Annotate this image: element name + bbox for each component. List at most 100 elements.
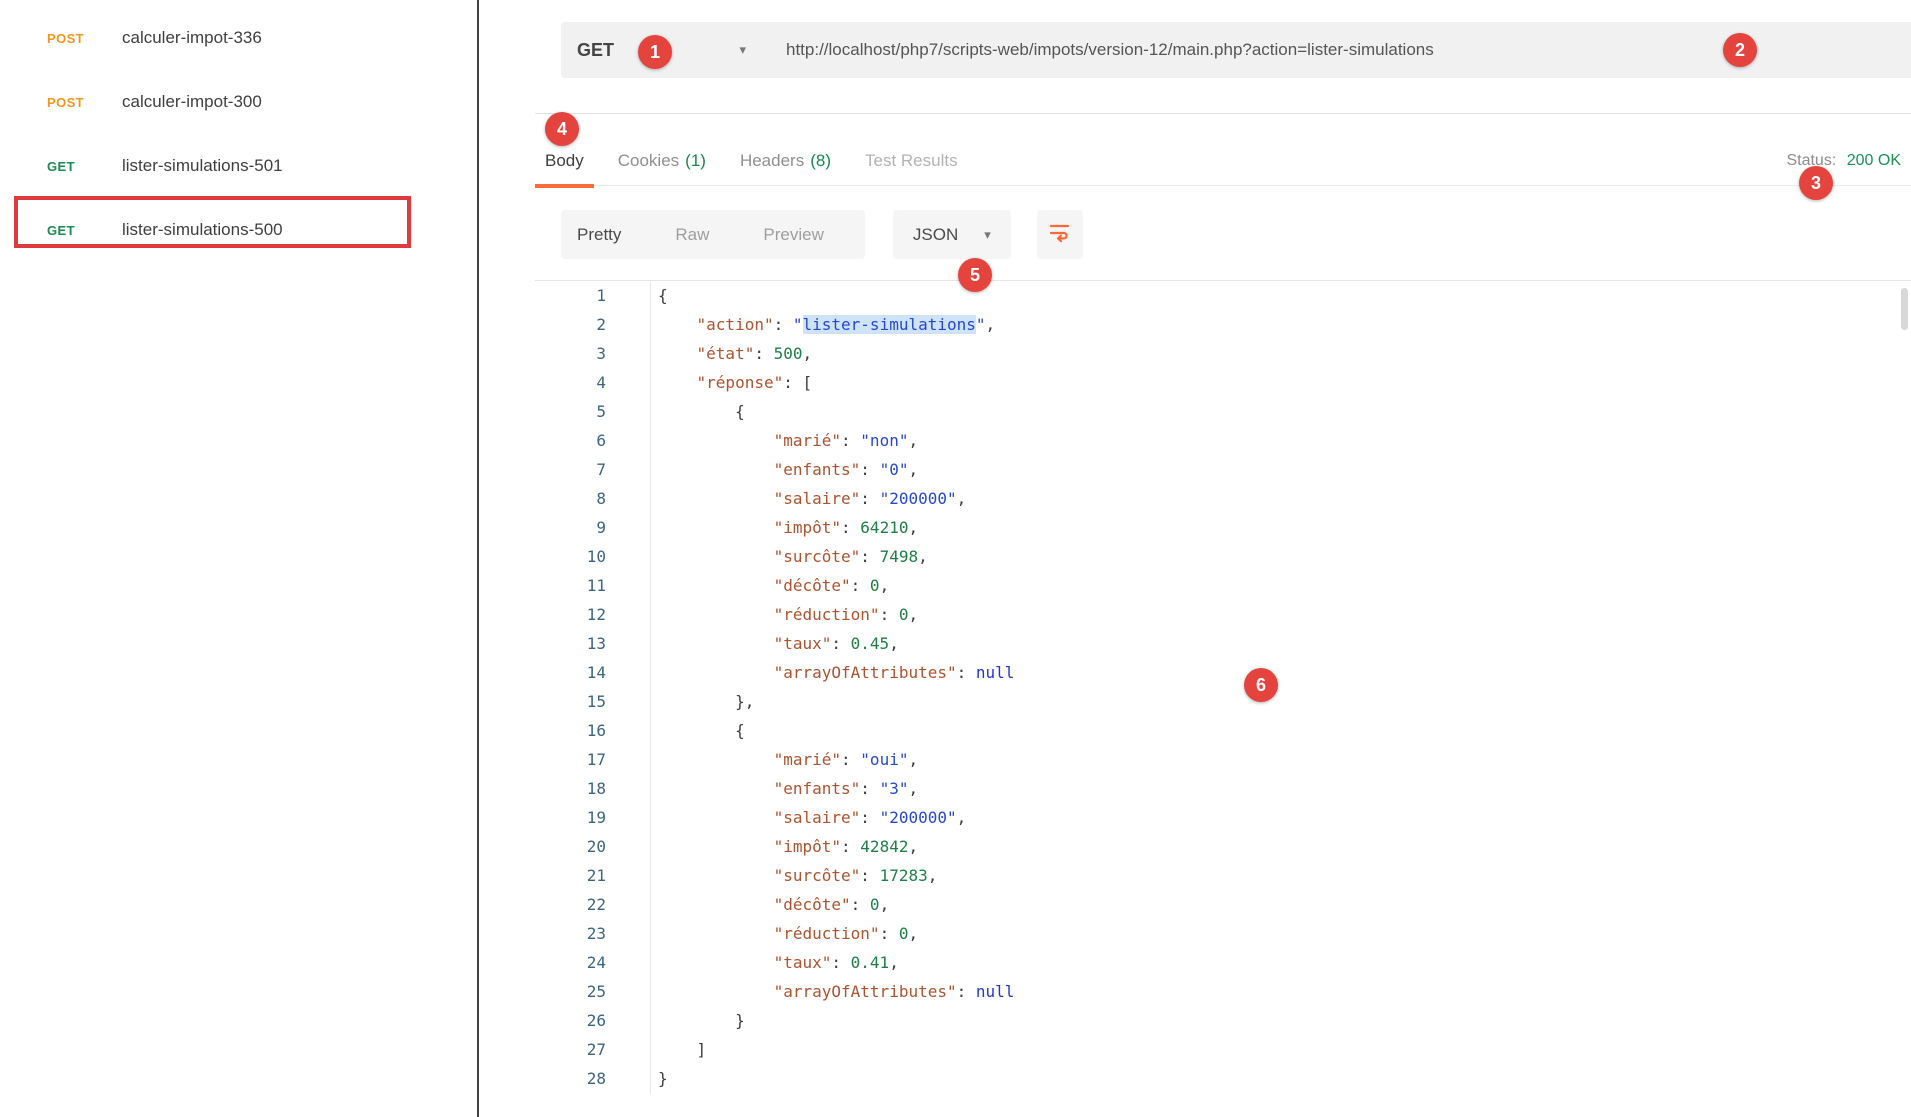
response-tabs: Body Cookies(1) Headers(8) Test Results [535,135,1911,186]
line-content: { [658,281,668,310]
line-number: 4 [535,368,606,397]
status-value: 200 OK [1847,152,1901,169]
sidebar-item-lister-simulations-501[interactable]: GETlister-simulations-501 [0,134,477,198]
format-dropdown[interactable]: JSON ▾ [893,210,1011,259]
code-line: 26} [535,1006,1911,1035]
line-number: 5 [535,397,606,426]
code-line: 10"surcôte": 7498, [535,542,1911,571]
tab-label: Test Results [865,151,958,170]
line-content: "taux": 0.41, [658,948,899,977]
line-number: 8 [535,484,606,513]
line-content: "marié": "non", [658,426,918,455]
code-line: 20"impôt": 42842, [535,832,1911,861]
line-number: 16 [535,716,606,745]
line-content: "réduction": 0, [658,919,918,948]
line-content: "taux": 0.45, [658,629,899,658]
chevron-down-icon: ▾ [984,227,991,243]
line-content: "impôt": 42842, [658,832,918,861]
code-line: 2"action": "lister-simulations", [535,310,1911,339]
code-line: 9 "impôt": 64210, [535,513,1911,542]
code-line: 5{ [535,397,1911,426]
line-number: 9 [535,513,606,542]
line-content: "décôte": 0, [658,890,889,919]
method-badge: POST [47,95,122,110]
line-content: "enfants": "3", [658,774,918,803]
line-number: 26 [535,1006,606,1035]
sidebar-item-calculer-impot-300[interactable]: POSTcalculer-impot-300 [0,70,477,134]
line-content: "réduction": 0, [658,600,918,629]
method-badge: POST [47,31,122,46]
wrap-text-button[interactable] [1037,210,1083,259]
view-mode-pretty[interactable]: Pretty [561,225,648,245]
body-view-bar: PrettyRawPreview JSON ▾ [561,210,1083,259]
line-number: 23 [535,919,606,948]
code-line: 18 "enfants": "3", [535,774,1911,803]
method-badge: GET [47,159,122,174]
line-content: "salaire": "200000", [658,484,966,513]
line-content: } [658,1064,668,1093]
sidebar-list: POSTcalculer-impot-336POSTcalculer-impot… [0,0,477,262]
line-number: 12 [535,600,606,629]
code-line: 3"état": 500, [535,339,1911,368]
code-line: 23 "réduction": 0, [535,919,1911,948]
request-panel: GET ▾ http://localhost/php7/scripts-web/… [479,0,1911,1117]
url-input[interactable]: http://localhost/php7/scripts-web/impots… [766,40,1911,60]
code-line: 13 "taux": 0.45, [535,629,1911,658]
tab-body[interactable]: Body [535,135,594,186]
request-name: calculer-impot-300 [122,92,262,112]
tab-test-results[interactable]: Test Results [855,135,968,186]
collection-sidebar: POSTcalculer-impot-336POSTcalculer-impot… [0,0,477,1117]
method-label: GET [577,40,614,61]
line-content: } [658,1006,745,1035]
line-content: { [658,397,745,426]
tab-label: Body [545,151,584,170]
line-content: { [658,716,745,745]
code-line: 11"décôte": 0, [535,571,1911,600]
line-content: "surcôte": 7498, [658,542,928,571]
code-line: 8 "salaire": "200000", [535,484,1911,513]
line-number: 1 [535,281,606,310]
tab-label: Cookies [618,151,679,170]
code-line: 22 "décôte": 0, [535,890,1911,919]
sidebar-item-lister-simulations-500[interactable]: GETlister-simulations-500 [0,198,477,262]
line-content: "arrayOfAttributes": null [658,977,1014,1006]
view-mode-raw[interactable]: Raw [648,225,736,245]
tab-count: (8) [810,151,831,170]
tab-headers[interactable]: Headers(8) [730,135,841,186]
format-label: JSON [913,225,958,245]
line-number: 6 [535,426,606,455]
response-body-editor[interactable]: 1 {2"action": "lister-simulations",3"état… [535,280,1911,1117]
request-bar: GET ▾ http://localhost/php7/scripts-web/… [561,22,1911,78]
line-content: "surcôte": 17283, [658,861,937,890]
code-line: 28} [535,1064,1911,1093]
sidebar-item-calculer-impot-336[interactable]: POSTcalculer-impot-336 [0,6,477,70]
line-number: 22 [535,890,606,919]
code-line: 12 "réduction": 0, [535,600,1911,629]
line-number: 21 [535,861,606,890]
line-number: 17 [535,745,606,774]
line-number: 7 [535,455,606,484]
editor-scrollbar[interactable] [1901,288,1908,330]
code-line: 17 "marié": "oui", [535,745,1911,774]
line-content: "réponse": [ [658,368,812,397]
line-content: "salaire": "200000", [658,803,966,832]
line-content: "marié": "oui", [658,745,918,774]
line-number: 15 [535,687,606,716]
tab-cookies[interactable]: Cookies(1) [608,135,716,186]
line-content: "impôt": 64210, [658,513,918,542]
line-content: "action": "lister-simulations", [658,310,995,339]
view-mode-preview[interactable]: Preview [736,225,850,245]
code-line: 19"salaire": "200000", [535,803,1911,832]
line-number: 13 [535,629,606,658]
gutter-divider [650,282,651,1094]
line-content: }, [658,687,754,716]
line-number: 18 [535,774,606,803]
postman-app: POSTcalculer-impot-336POSTcalculer-impot… [0,0,1911,1117]
code-line: 4 "réponse": [ [535,368,1911,397]
code-line: 14"arrayOfAttributes": null [535,658,1911,687]
code-line: 24"taux": 0.41, [535,948,1911,977]
line-content: ] [658,1035,706,1064]
request-section-divider [535,113,1911,114]
method-dropdown[interactable]: GET ▾ [561,40,766,61]
code-line: 25"arrayOfAttributes": null [535,977,1911,1006]
